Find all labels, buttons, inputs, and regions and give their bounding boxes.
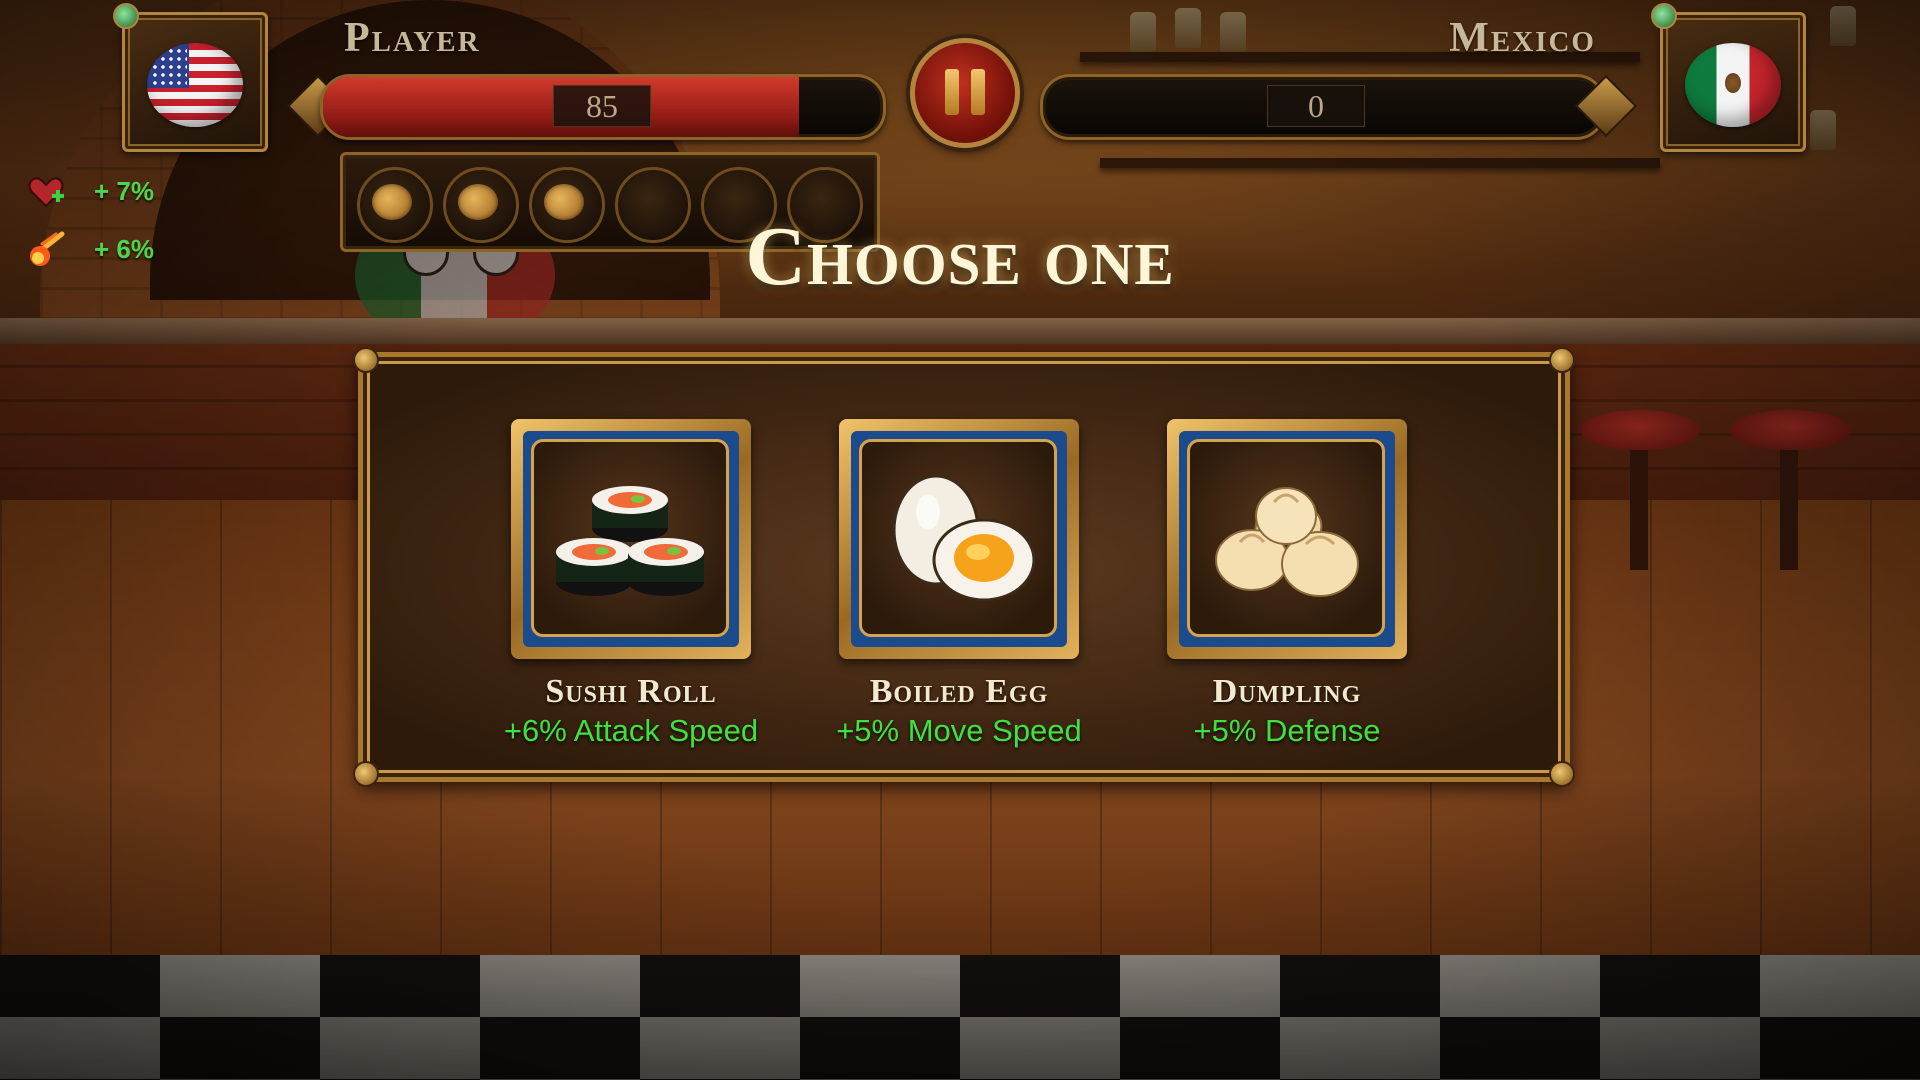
mexico-flag-ball-icon (1685, 43, 1781, 127)
usa-flag-ball-icon (147, 43, 243, 127)
opponent-name: Mexico (1449, 15, 1596, 61)
buff-health-text: + 7% (94, 176, 154, 206)
choice-name: Boiled Egg (869, 673, 1049, 710)
card-core (531, 439, 729, 637)
corner-ornament (1549, 347, 1575, 373)
game-screen: Player 85 0 Mexico + 7% + 6% Choose one … (0, 0, 1920, 1080)
gem-icon (1651, 3, 1677, 29)
pause-button[interactable] (910, 38, 1020, 148)
eagle-emblem-icon (1725, 73, 1741, 93)
player-health-bar: 85 (320, 74, 886, 140)
corner-ornament (353, 761, 379, 787)
pause-icon (945, 69, 959, 115)
stars-icon (151, 47, 187, 85)
choice-effect: +5% Defense (1193, 713, 1381, 748)
food-icon (443, 167, 519, 243)
card-frame (839, 419, 1079, 659)
card-core (1187, 439, 1385, 637)
card-inner (851, 431, 1067, 647)
card-frame (511, 419, 751, 659)
choice-name: Sushi Roll (545, 673, 717, 710)
player-flag-frame (113, 3, 268, 152)
opponent-health-bar: 0 (1040, 74, 1606, 140)
card-inner (523, 431, 739, 647)
player-health-value: 85 (553, 85, 651, 127)
card-frame (1167, 419, 1407, 659)
choose-one-title: Choose one (745, 210, 1175, 303)
opponent-flag-frame (1651, 3, 1806, 152)
boiled-egg-icon (892, 474, 1036, 602)
fire-meteor-icon (30, 231, 65, 266)
corner-ornament (353, 347, 379, 373)
card-core (859, 439, 1057, 637)
corner-ornament (1549, 761, 1575, 787)
sushi-roll-icon (556, 486, 704, 596)
food-choice-panel: Sushi Roll +6% Attack Speed Boiled Egg +… (353, 347, 1575, 787)
dumpling-icon (1215, 487, 1359, 597)
buff-attack-text: + 6% (94, 234, 154, 264)
opponent-health-value: 0 (1267, 85, 1365, 127)
gem-icon (113, 3, 139, 29)
card-inner (1179, 431, 1395, 647)
food-icon (357, 167, 433, 243)
pause-icon-bar (971, 69, 985, 115)
heart-plus-icon (28, 177, 64, 208)
player-name: Player (344, 15, 481, 61)
choice-name: Dumpling (1212, 673, 1362, 710)
